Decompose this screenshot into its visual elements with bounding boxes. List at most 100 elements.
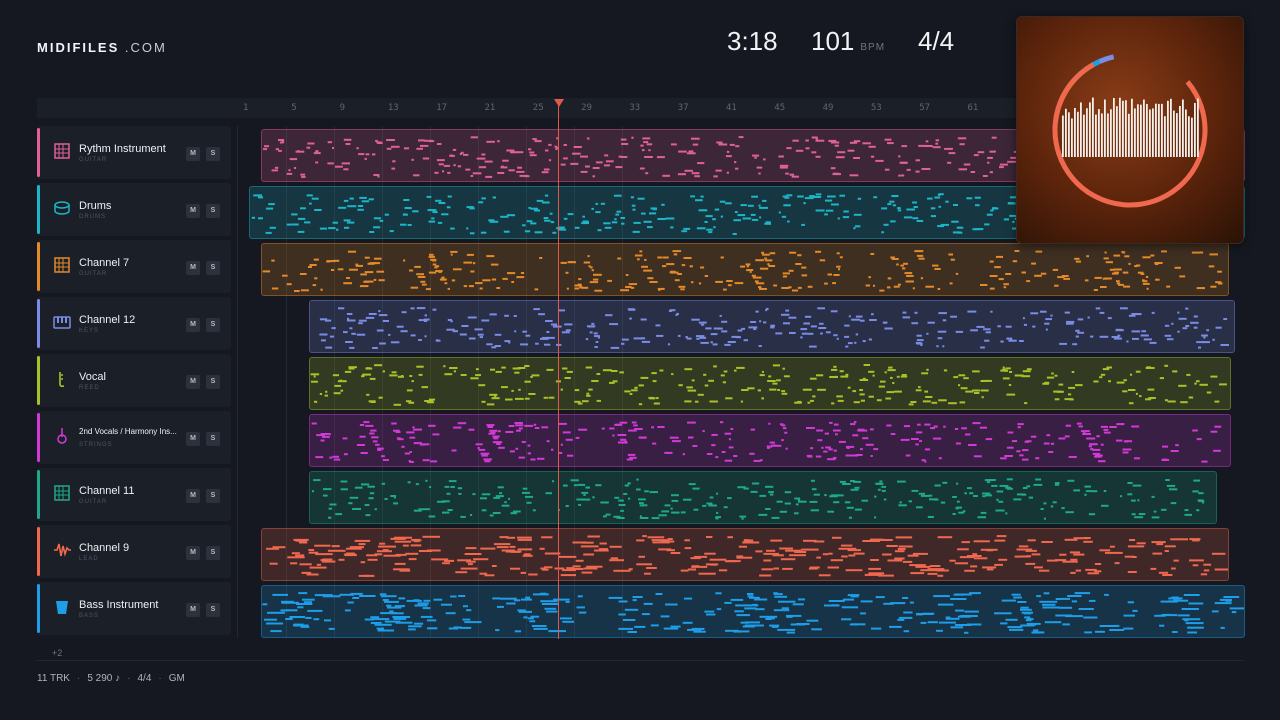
midi-note xyxy=(651,539,670,542)
midi-note xyxy=(995,509,1005,512)
midi-note xyxy=(638,498,646,501)
mute-button[interactable]: M xyxy=(186,546,200,560)
midi-note xyxy=(889,625,902,628)
midi-note xyxy=(1086,437,1096,440)
midi-note xyxy=(850,454,858,457)
midi-note xyxy=(618,613,626,616)
midi-note xyxy=(573,146,582,148)
midi-note xyxy=(462,605,468,608)
midi-note xyxy=(813,493,820,496)
solo-button[interactable]: S xyxy=(206,603,220,617)
track-header[interactable]: Vocal REED M S xyxy=(37,354,231,407)
more-tracks-indicator[interactable]: +2 xyxy=(52,648,62,658)
track-header[interactable]: Rythm Instrument GUITAR M S xyxy=(37,126,231,179)
midi-note xyxy=(1171,322,1174,325)
mute-button[interactable]: M xyxy=(186,432,200,446)
midi-note xyxy=(869,319,877,321)
midi-note xyxy=(1054,398,1060,401)
track-region[interactable] xyxy=(309,357,1231,410)
solo-button[interactable]: S xyxy=(206,546,220,560)
midi-note xyxy=(590,266,593,269)
track-region[interactable] xyxy=(309,471,1217,524)
track-header[interactable]: Bass Instrument BASS M S xyxy=(37,582,231,635)
midi-note xyxy=(477,447,480,449)
midi-note xyxy=(912,287,915,290)
midi-note xyxy=(495,629,500,632)
midi-note xyxy=(560,388,563,391)
midi-note xyxy=(956,500,960,503)
midi-note xyxy=(727,497,732,500)
track-header[interactable]: Channel 9 LEAD M S xyxy=(37,525,231,578)
track-region[interactable] xyxy=(309,414,1231,467)
mute-button[interactable]: M xyxy=(186,603,200,617)
midi-note xyxy=(1175,444,1179,447)
midi-note xyxy=(1022,317,1025,320)
track-header[interactable]: Channel 7 GUITAR M S xyxy=(37,240,231,293)
midi-note xyxy=(642,137,651,140)
midi-note xyxy=(836,395,843,398)
midi-note xyxy=(668,310,673,312)
mute-button[interactable]: M xyxy=(186,318,200,332)
visualizer-bar xyxy=(1137,104,1139,157)
solo-button[interactable]: S xyxy=(206,147,220,161)
midi-note xyxy=(434,171,439,174)
midi-note xyxy=(1085,568,1097,571)
midi-note xyxy=(413,428,422,431)
track-region[interactable] xyxy=(261,585,1245,638)
midi-note xyxy=(746,265,749,268)
midi-note xyxy=(784,502,791,505)
midi-note xyxy=(868,276,871,279)
solo-button[interactable]: S xyxy=(206,204,220,218)
midi-note xyxy=(860,319,865,322)
midi-note xyxy=(785,447,788,450)
midi-note xyxy=(689,265,693,268)
mute-button[interactable]: M xyxy=(186,375,200,389)
midi-note xyxy=(505,431,514,433)
midi-note xyxy=(781,313,790,316)
midi-note xyxy=(264,618,277,621)
midi-note xyxy=(832,172,840,175)
midi-note xyxy=(1196,438,1202,441)
mute-button[interactable]: M xyxy=(186,261,200,275)
midi-note xyxy=(1151,516,1160,519)
solo-button[interactable]: S xyxy=(206,432,220,446)
midi-note xyxy=(389,610,394,613)
track-header[interactable]: Channel 12 KEYS M S xyxy=(37,297,231,350)
midi-note xyxy=(662,265,667,268)
midi-note xyxy=(942,345,945,348)
track-region[interactable] xyxy=(261,243,1229,296)
midi-note xyxy=(586,392,590,395)
solo-button[interactable]: S xyxy=(206,489,220,503)
midi-note xyxy=(417,602,429,605)
mute-button[interactable]: M xyxy=(186,147,200,161)
midi-note xyxy=(565,505,569,507)
midi-note xyxy=(740,265,745,268)
midi-note xyxy=(921,459,926,462)
solo-button[interactable]: S xyxy=(206,375,220,389)
midi-note xyxy=(695,335,705,338)
track-header[interactable]: Channel 11 GUITAR M S xyxy=(37,468,231,521)
track-region[interactable] xyxy=(261,528,1229,581)
solo-button[interactable]: S xyxy=(206,261,220,275)
mute-button[interactable]: M xyxy=(186,204,200,218)
midi-note xyxy=(288,169,291,172)
midi-note xyxy=(402,544,409,547)
midi-note xyxy=(1069,551,1081,554)
midi-note xyxy=(894,390,902,393)
track-header[interactable]: Drums DRUMS M S xyxy=(37,183,231,236)
midi-note xyxy=(520,571,526,574)
midi-note xyxy=(506,149,515,152)
track-header[interactable]: 2nd Vocals / Harmony Ins... STRINGS M S xyxy=(37,411,231,464)
playhead-marker[interactable] xyxy=(554,99,564,107)
midi-note xyxy=(884,327,893,330)
mute-button[interactable]: M xyxy=(186,489,200,503)
midi-note xyxy=(915,443,919,446)
midi-note xyxy=(1035,457,1040,460)
midi-note xyxy=(937,193,941,196)
solo-button[interactable]: S xyxy=(206,318,220,332)
track-color-bar xyxy=(37,299,40,348)
playhead-line[interactable] xyxy=(558,106,559,639)
midi-note xyxy=(1002,377,1010,380)
track-region[interactable] xyxy=(309,300,1235,353)
midi-note xyxy=(1198,346,1201,349)
